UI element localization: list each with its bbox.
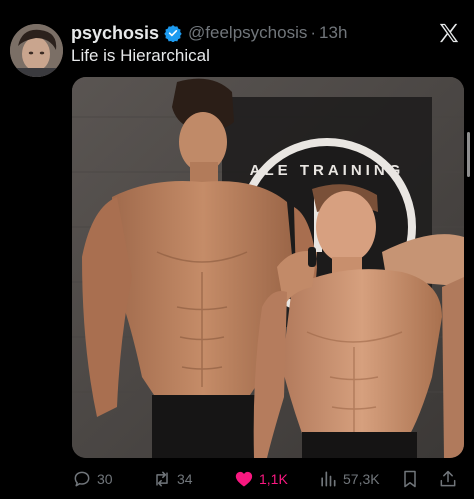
reply-count: 30 [97, 471, 113, 487]
reply-button[interactable]: 30 [72, 466, 113, 492]
like-count: 1,1K [259, 471, 288, 487]
timestamp[interactable]: 13h [319, 23, 347, 43]
avatar[interactable] [10, 24, 63, 77]
action-bar: 30 34 1,1K 57,3K [72, 466, 464, 492]
share-icon [440, 470, 456, 487]
bookmark-icon [404, 470, 416, 488]
like-button[interactable]: 1,1K [234, 466, 288, 492]
scrollbar[interactable] [467, 132, 470, 177]
views-button[interactable]: 57,3K [318, 466, 380, 492]
tweet-image[interactable]: ALE TRAINING [72, 77, 464, 458]
user-handle[interactable]: @feelpsychosis [188, 23, 307, 43]
display-name[interactable]: psychosis [71, 23, 159, 44]
avatar-image [10, 24, 63, 77]
verified-badge-icon [164, 25, 182, 42]
repost-icon [156, 471, 168, 487]
bookmark-button[interactable] [400, 466, 425, 492]
x-logo-icon[interactable] [438, 22, 460, 44]
views-icon [321, 471, 336, 487]
share-button[interactable] [438, 466, 463, 492]
tweet-header: psychosis @feelpsychosis · 13h [71, 20, 464, 46]
tweet-text: Life is Hierarchical [71, 46, 210, 65]
gym-photo: ALE TRAINING [72, 77, 464, 458]
repost-button[interactable]: 34 [152, 466, 193, 492]
separator-dot: · [310, 23, 317, 42]
heart-icon [235, 471, 253, 487]
reply-icon [74, 471, 90, 487]
sign-text: ALE TRAINING [250, 162, 405, 179]
repost-count: 34 [177, 471, 193, 487]
view-count: 57,3K [343, 471, 380, 487]
